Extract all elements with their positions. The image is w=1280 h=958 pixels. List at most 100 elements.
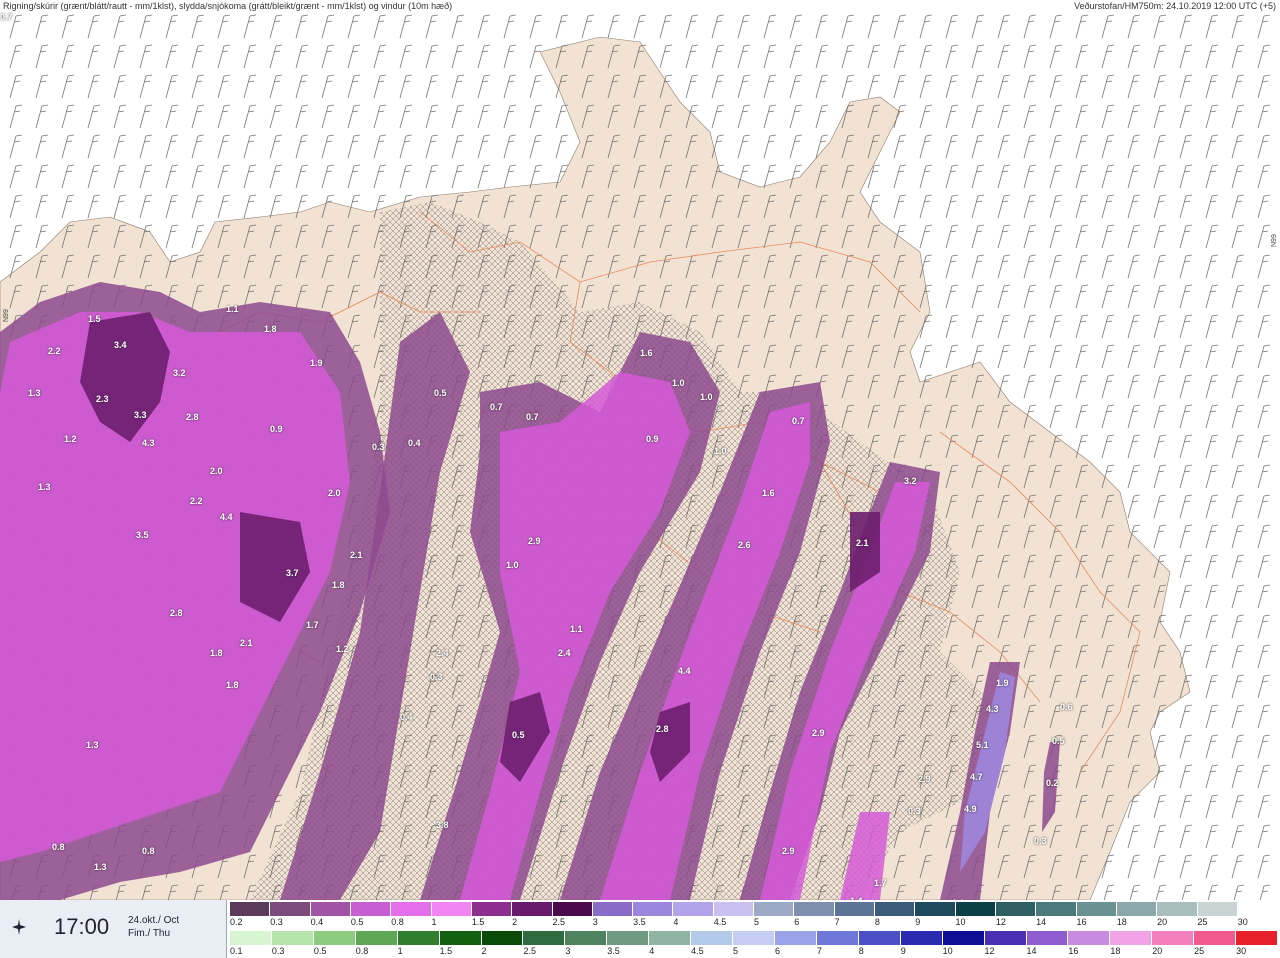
precip-value-label: 2.1 bbox=[350, 550, 363, 560]
scale-swatch bbox=[350, 902, 392, 916]
date-line-1: 24.okt./ Oct bbox=[128, 915, 180, 926]
scale-tick-label: 20 bbox=[1152, 946, 1163, 956]
precip-value-label: 2.4 bbox=[558, 648, 571, 658]
scale-tick-label: 2 bbox=[481, 946, 487, 956]
scale-swatch bbox=[523, 931, 566, 945]
precip-value-label: 2.0 bbox=[210, 466, 223, 476]
scale-tick-label: 25 bbox=[1194, 946, 1205, 956]
scale-swatch bbox=[1036, 902, 1077, 916]
precip-value-label: 0.8 bbox=[142, 846, 155, 856]
scale-swatch bbox=[310, 902, 351, 916]
scale-swatch bbox=[270, 902, 311, 916]
scale-tick-label: 0.5 bbox=[313, 946, 327, 956]
scale-tick-label: 8 bbox=[874, 917, 880, 927]
precip-value-label: 0.7 bbox=[0, 12, 13, 22]
precip-value-label: 1.6 bbox=[762, 488, 775, 498]
precip-value-label: 1.0 bbox=[506, 560, 519, 570]
scale-tick-label: 18 bbox=[1110, 946, 1121, 956]
scale-tick-label: 4.5 bbox=[691, 946, 704, 956]
scale-tick-label: 5 bbox=[754, 917, 760, 927]
precip-value-label: 1.1 bbox=[226, 304, 239, 314]
scale-tick-label: 0.2 bbox=[230, 917, 243, 927]
precip-value-label: 3.5 bbox=[136, 530, 149, 540]
scale-tick-label: 0.4 bbox=[310, 917, 324, 927]
scale-swatch bbox=[1236, 931, 1279, 945]
precip-value-label: 0.6 bbox=[1060, 702, 1073, 712]
scale-swatch bbox=[984, 931, 1027, 945]
precip-value-label: 2.8 bbox=[186, 412, 199, 422]
scale-swatch bbox=[1197, 902, 1238, 916]
scale-tick-label: 0.3 bbox=[271, 946, 285, 956]
scale-swatch bbox=[942, 931, 985, 945]
precip-value-label: 0.4 bbox=[400, 712, 413, 722]
map-footer: 17:00 24.okt./ Oct Fim./ Thu 0.2 0.3 0.4 0.… bbox=[0, 900, 1280, 958]
scale-swatch bbox=[649, 931, 692, 945]
scale-tick-label: 10 bbox=[955, 917, 966, 927]
scale-swatch bbox=[313, 931, 356, 945]
scale-swatch bbox=[481, 931, 524, 945]
scale-tick-label: 16 bbox=[1068, 946, 1079, 956]
scale-tick-label: 18 bbox=[1116, 917, 1127, 927]
scale-tick-label: 3.5 bbox=[607, 946, 620, 956]
precip-value-label: 4.4 bbox=[678, 666, 691, 676]
precip-value-label: 1.7 bbox=[874, 878, 887, 888]
precip-value-label: 1.8 bbox=[226, 680, 239, 690]
scale-tick-label: 2 bbox=[512, 917, 518, 927]
precip-value-label: 3.8 bbox=[436, 820, 449, 830]
scale-tick-label: 14 bbox=[1026, 946, 1037, 956]
scale-tick-label: 16 bbox=[1076, 917, 1087, 927]
scale-swatch bbox=[1076, 902, 1117, 916]
precip-value-label: 2.8 bbox=[656, 724, 669, 734]
scale-tick-label: 4 bbox=[649, 946, 655, 956]
scale-swatch bbox=[1116, 902, 1158, 916]
scale-tick-label: 0.5 bbox=[350, 917, 364, 927]
scale-swatch bbox=[592, 902, 634, 916]
precip-value-label: 5.1 bbox=[976, 740, 989, 750]
scale-tick-label: 7 bbox=[834, 917, 840, 927]
map-title: Rigning/skúrir (grænt/blátt/rautt - mm/1… bbox=[3, 1, 453, 11]
weather-map[interactable]: N99 N99 1.5 2.2 3.4 1.3 2.3 3.2 3.3 2.8 1.2 4.3 1.… bbox=[0, 12, 1280, 900]
precip-value-label: 3.2 bbox=[173, 368, 186, 378]
scale-tick-label: 1.5 bbox=[439, 946, 453, 956]
precip-value-label: 0.3 bbox=[908, 806, 921, 816]
scale-tick-label: 6 bbox=[774, 946, 780, 956]
settings-sparkle-icon[interactable] bbox=[10, 918, 28, 936]
scale-swatch bbox=[794, 902, 835, 916]
scale-tick-label: 30 bbox=[1237, 917, 1248, 927]
scale-swatch bbox=[816, 931, 859, 945]
scale-tick-label: 12 bbox=[984, 946, 995, 956]
scale-tick-label: 3 bbox=[592, 917, 598, 927]
scale-swatch bbox=[1026, 931, 1069, 945]
scale-swatch bbox=[1237, 902, 1279, 916]
scale-tick-label: 25 bbox=[1197, 917, 1208, 927]
precip-value-label: 3.3 bbox=[134, 410, 147, 420]
precip-value-label: 1.2 bbox=[336, 644, 349, 654]
scale-tick-label: 4 bbox=[673, 917, 679, 927]
scale-tick-label: 0.1 bbox=[230, 946, 243, 956]
snow-color-scale bbox=[230, 902, 1279, 916]
time-panel[interactable]: 17:00 24.okt./ Oct Fim./ Thu bbox=[0, 900, 227, 958]
precip-value-label: 1.8 bbox=[210, 648, 223, 658]
precip-value-label: 2.9 bbox=[918, 774, 931, 784]
scale-tick-label: 20 bbox=[1157, 917, 1168, 927]
scale-swatch bbox=[512, 902, 553, 916]
forecast-date: 24.okt./ Oct Fim./ Thu bbox=[128, 914, 179, 940]
precip-value-label: 1.3 bbox=[38, 482, 51, 492]
precip-value-label: 2.8 bbox=[170, 608, 183, 618]
scale-tick-label: 2.5 bbox=[552, 917, 565, 927]
precip-value-label: 2.6 bbox=[738, 540, 751, 550]
scale-tick-label: 0.3 bbox=[270, 917, 283, 927]
precip-value-label: 0.5 bbox=[512, 730, 525, 740]
precip-value-label: 1.3 bbox=[86, 740, 99, 750]
precip-value-label: 1.9 bbox=[996, 678, 1009, 688]
precip-value-label: 1.3 bbox=[28, 388, 41, 398]
scale-swatch bbox=[900, 931, 943, 945]
scale-swatch bbox=[552, 902, 593, 916]
precip-value-label: 4.3 bbox=[986, 704, 999, 714]
scale-swatch bbox=[607, 931, 650, 945]
precip-value-label: 1.7 bbox=[306, 620, 319, 630]
scale-swatch bbox=[691, 931, 734, 945]
scale-tick-label: 0.8 bbox=[355, 946, 369, 956]
precip-value-label: 0.5 bbox=[434, 388, 447, 398]
scale-swatch bbox=[230, 931, 272, 945]
